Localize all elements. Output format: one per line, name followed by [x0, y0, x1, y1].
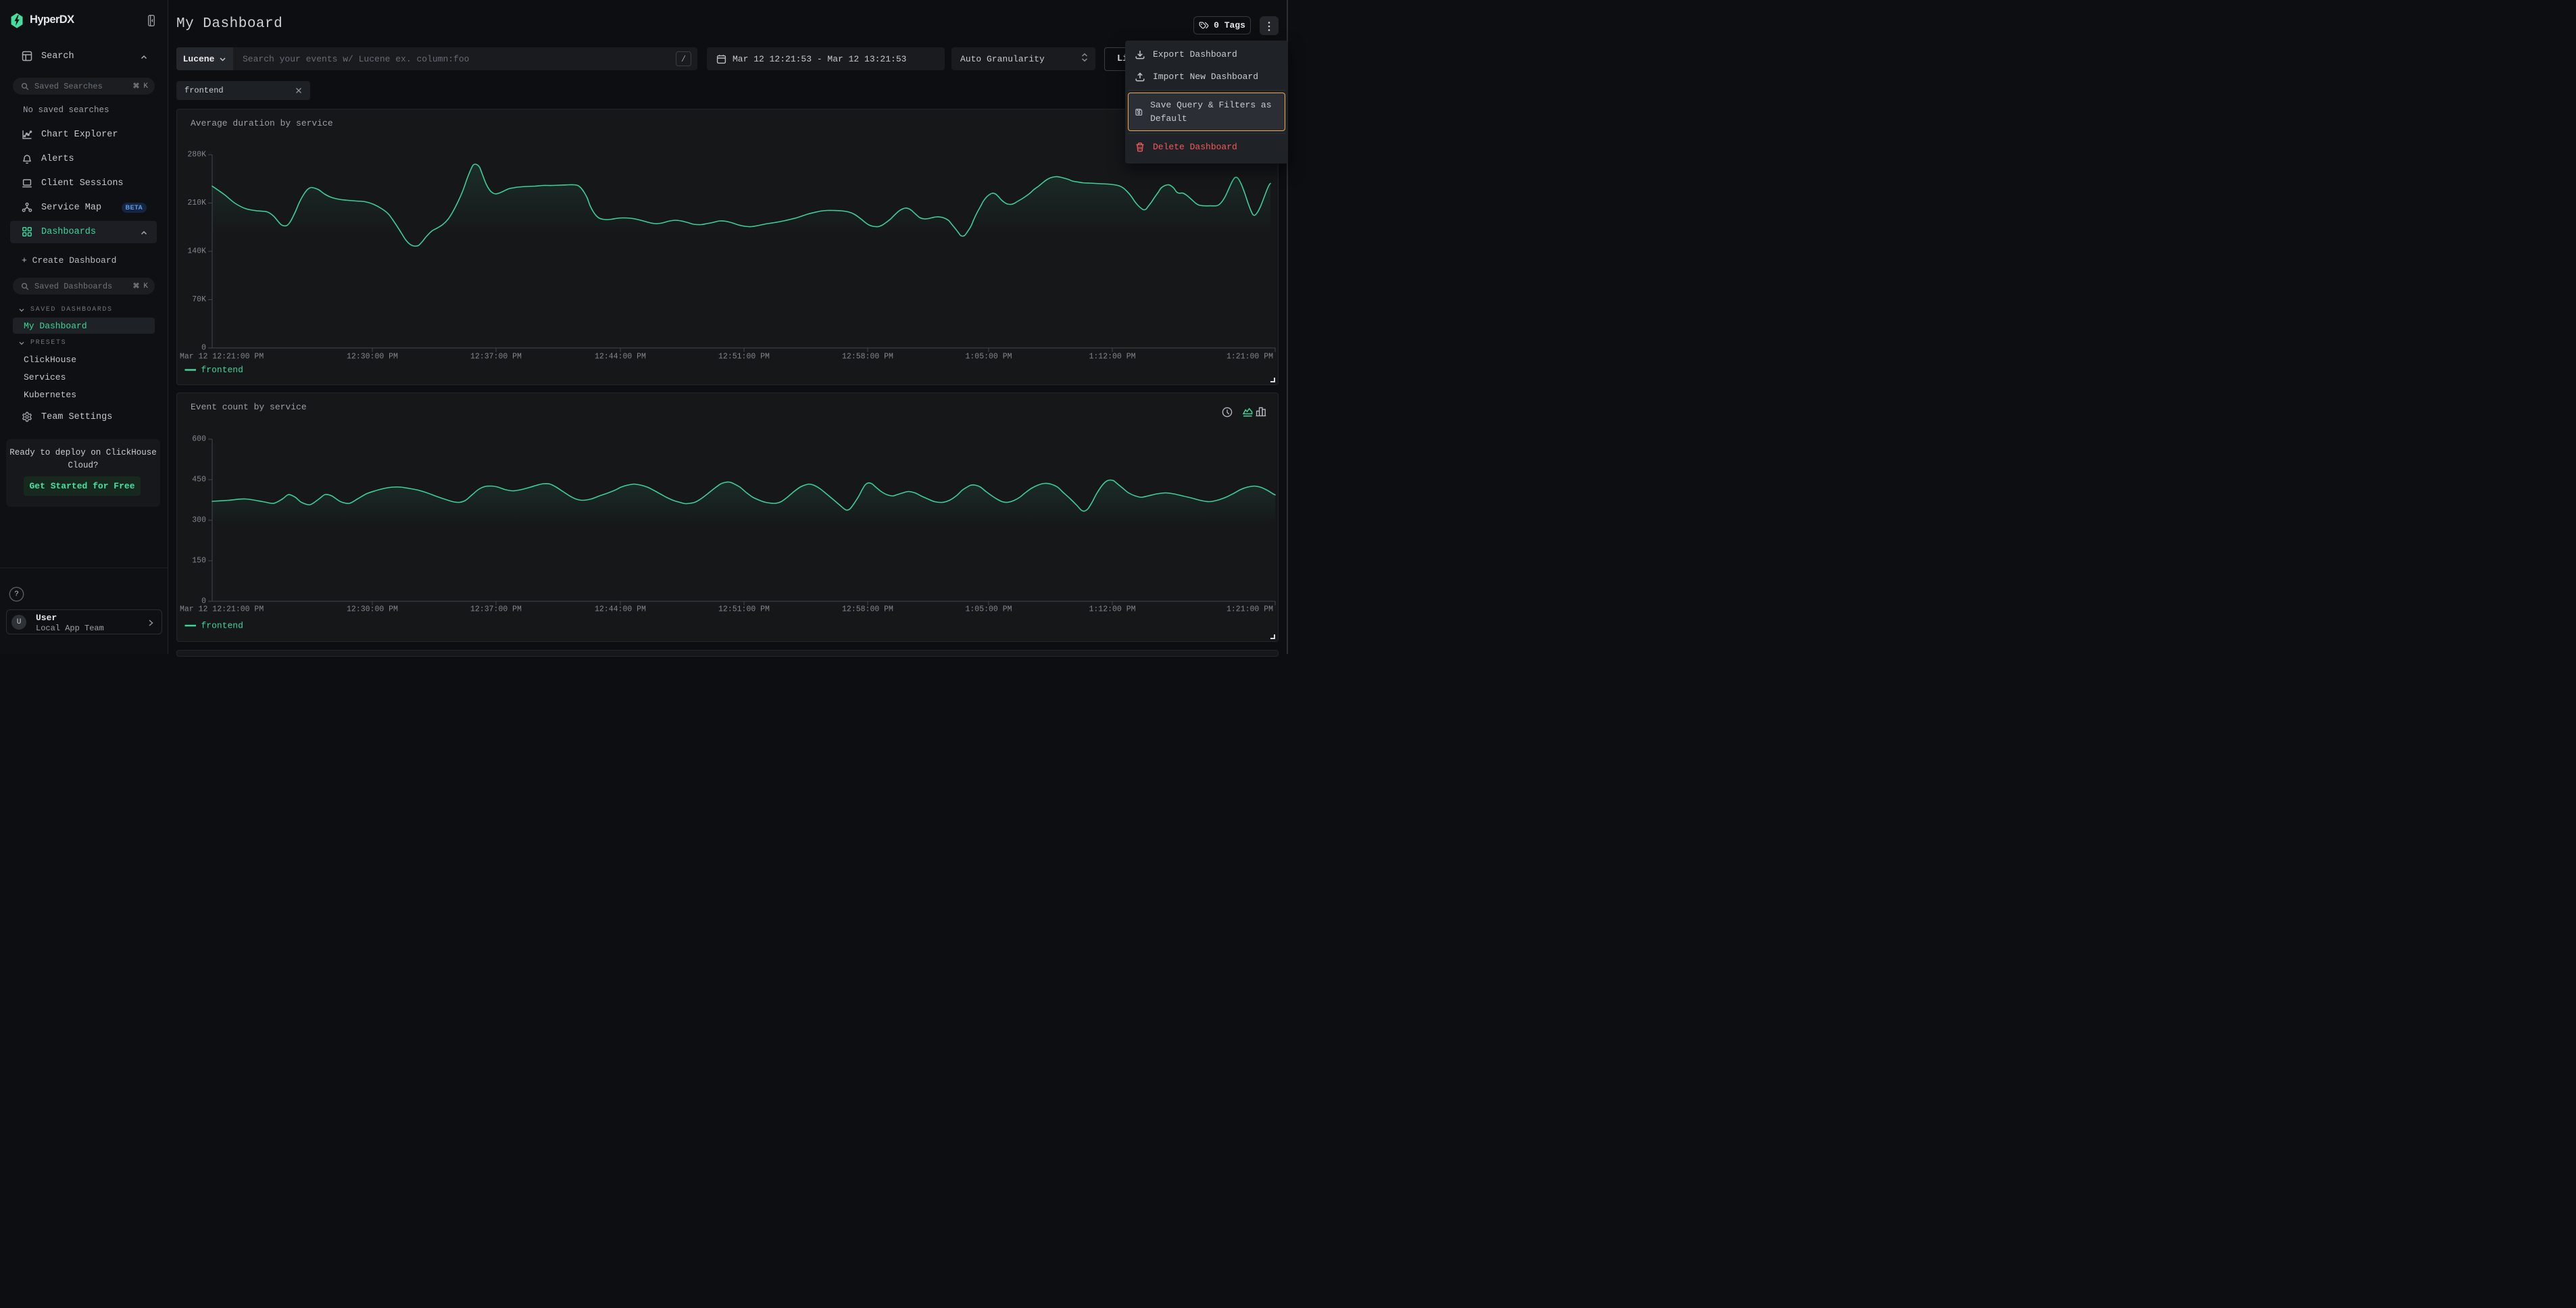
- svg-text:300: 300: [192, 516, 206, 525]
- svg-text:1:21:00 PM: 1:21:00 PM: [1227, 353, 1273, 361]
- svg-text:Mar 12 12:21:00 PM: Mar 12 12:21:00 PM: [180, 353, 264, 361]
- svg-text:280K: 280K: [187, 151, 206, 159]
- svg-text:12:30:00 PM: 12:30:00 PM: [347, 353, 398, 361]
- svg-text:frontend: frontend: [201, 365, 243, 375]
- svg-text:12:44:00 PM: 12:44:00 PM: [595, 605, 646, 614]
- svg-text:1:21:00 PM: 1:21:00 PM: [1227, 605, 1273, 614]
- svg-text:frontend: frontend: [201, 621, 243, 631]
- svg-text:150: 150: [192, 557, 206, 565]
- svg-text:12:30:00 PM: 12:30:00 PM: [347, 605, 398, 614]
- svg-text:1:05:00 PM: 1:05:00 PM: [965, 353, 1012, 361]
- svg-text:12:51:00 PM: 12:51:00 PM: [718, 353, 770, 361]
- svg-text:1:12:00 PM: 1:12:00 PM: [1089, 353, 1135, 361]
- svg-text:210K: 210K: [187, 199, 206, 207]
- svg-text:12:44:00 PM: 12:44:00 PM: [595, 353, 646, 361]
- svg-text:12:37:00 PM: 12:37:00 PM: [470, 353, 522, 361]
- svg-text:12:51:00 PM: 12:51:00 PM: [718, 605, 770, 614]
- svg-text:12:37:00 PM: 12:37:00 PM: [470, 605, 522, 614]
- svg-text:140K: 140K: [187, 247, 206, 256]
- svg-text:Mar 12 12:21:00 PM: Mar 12 12:21:00 PM: [180, 605, 264, 614]
- svg-text:12:58:00 PM: 12:58:00 PM: [842, 353, 893, 361]
- svg-text:?: ?: [14, 590, 19, 599]
- svg-text:600: 600: [192, 435, 206, 444]
- svg-text:1:12:00 PM: 1:12:00 PM: [1089, 605, 1135, 614]
- svg-text:1:05:00 PM: 1:05:00 PM: [965, 605, 1012, 614]
- svg-text:0: 0: [201, 344, 206, 353]
- svg-text:450: 450: [192, 476, 206, 484]
- svg-text:12:58:00 PM: 12:58:00 PM: [842, 605, 893, 614]
- svg-text:70K: 70K: [192, 295, 206, 304]
